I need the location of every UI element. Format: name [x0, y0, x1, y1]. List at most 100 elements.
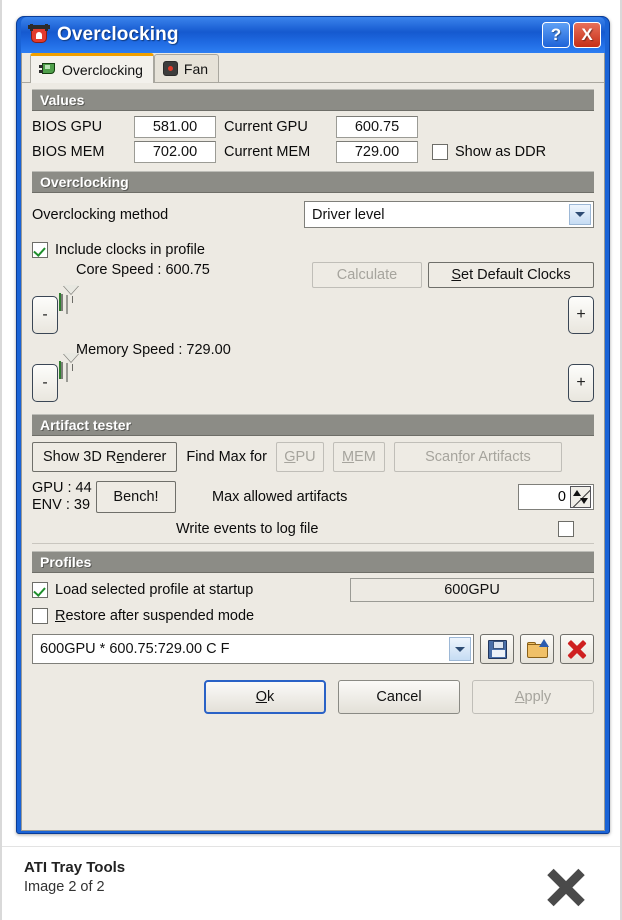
write-events-label: Write events to log file [176, 521, 319, 538]
max-allowed-artifacts-value: 0 [557, 488, 566, 505]
find-max-for-label: Find Max for [186, 449, 267, 465]
profiles-group-header: Profiles [32, 551, 594, 574]
show-as-ddr-checkbox[interactable] [432, 144, 448, 160]
ok-button[interactable]: Ok [204, 680, 326, 715]
bios-mem-label: BIOS MEM [32, 144, 105, 160]
find-max-gpu-button[interactable]: G PU [275, 442, 324, 472]
profile-select[interactable]: 600GPU * 600.75:729.00 C F [32, 634, 474, 665]
restore-suspended-row[interactable]: Restore after suspended mode [32, 608, 594, 625]
save-profile-button[interactable] [480, 634, 514, 665]
overclocking-dialog: Overclocking ? X Overclocking Fan Values… [16, 16, 610, 834]
memory-speed-label: Memory Speed : 729.00 [76, 342, 231, 358]
bench-button[interactable]: Bench! [96, 480, 176, 513]
artifact-tester-row-2: GPU : 44 ENV : 39 Bench! Max allowed art… [32, 480, 594, 513]
tab-strip: Overclocking Fan [22, 53, 604, 83]
profile-select-value: 600GPU * 600.75:729.00 C F [40, 641, 230, 658]
current-mem-label: Current MEM [224, 144, 311, 160]
current-gpu-label: Current GPU [224, 119, 308, 135]
folder-open-icon [526, 638, 549, 658]
include-clocks-checkbox[interactable] [32, 242, 48, 258]
max-allowed-artifacts-stepper[interactable]: 0 [518, 483, 594, 510]
close-x-icon[interactable] [546, 867, 586, 907]
apply-button[interactable]: Apply [472, 680, 594, 715]
values-row-gpu: BIOS GPU 581.00 Current GPU 600.75 [32, 116, 594, 138]
memory-decrease-button[interactable]: - [32, 364, 58, 402]
artifact-tester-group-header: Artifact tester [32, 414, 594, 436]
current-mem-value[interactable]: 729.00 [336, 141, 418, 163]
stepper-arrows-icon[interactable] [570, 485, 591, 508]
overclocking-method-select[interactable]: Driver level [304, 201, 594, 228]
load-at-startup-checkbox[interactable] [32, 582, 48, 599]
core-slider-thumb[interactable] [59, 285, 79, 322]
bios-gpu-label: BIOS GPU [32, 119, 103, 135]
floppy-save-icon [487, 639, 507, 659]
profile-selector-row: 600GPU * 600.75:729.00 C F [32, 634, 594, 665]
show-as-ddr-label: Show as DDR [455, 144, 547, 160]
window-title: Overclocking [57, 24, 179, 45]
values-group-header: Values [32, 89, 594, 111]
title-bar-buttons: ? X [542, 22, 601, 48]
find-max-mem-button[interactable]: M EM [332, 442, 385, 472]
artifact-tester-row-3: Write events to log file [32, 521, 594, 538]
tab-fan-label: Fan [183, 60, 209, 77]
load-at-startup-row-inner[interactable]: Load selected profile at startup [32, 582, 350, 599]
overclocking-method-value: Driver level [312, 206, 385, 223]
env-temp-label: ENV : 39 [32, 496, 91, 513]
open-profile-button[interactable] [520, 634, 554, 665]
include-clocks-row: Include clocks in profile Core Speed : 6… [32, 242, 594, 288]
memory-speed-slider[interactable] [59, 353, 560, 382]
overclocking-method-label: Overclocking method [32, 206, 169, 223]
footer-image-counter: Image 2 of 2 [24, 879, 105, 895]
chevron-down-icon[interactable] [569, 204, 591, 225]
restore-suspended-checkbox[interactable] [32, 608, 48, 625]
startup-profile-value: 600GPU [350, 578, 594, 603]
image-viewer-footer: ATI Tray Tools Image 2 of 2 [2, 846, 620, 920]
memory-slider-track[interactable] [59, 353, 79, 382]
bios-mem-value[interactable]: 702.00 [134, 141, 216, 163]
core-speed-slider[interactable] [59, 285, 560, 314]
cancel-button[interactable]: Cancel [338, 680, 460, 715]
memory-slider-thumb[interactable] [59, 353, 79, 390]
footer-app-name: ATI Tray Tools [24, 859, 126, 876]
close-button[interactable]: X [573, 22, 601, 48]
temperature-readout: GPU : 44 ENV : 39 [32, 480, 96, 513]
restore-suspended-label: Restore after suspended mode [55, 608, 255, 625]
memory-increase-button[interactable]: + [568, 364, 594, 402]
help-button[interactable]: ? [542, 22, 570, 48]
page-root: Overclocking ? X Overclocking Fan Values… [0, 0, 622, 920]
tab-overclocking[interactable]: Overclocking [30, 53, 154, 83]
memory-speed-slider-row: - + [32, 353, 594, 402]
show-as-ddr-row[interactable]: Show as DDR [432, 144, 546, 160]
tab-content-overclocking: Values BIOS GPU 581.00 Current GPU 600.7… [22, 83, 604, 715]
load-at-startup-label: Load selected profile at startup [55, 582, 254, 599]
core-speed-label: Core Speed : 600.75 [76, 262, 210, 278]
write-events-checkbox[interactable] [558, 521, 574, 538]
current-gpu-value[interactable]: 600.75 [336, 116, 418, 138]
core-speed-slider-row: - + [32, 285, 594, 334]
tab-fan[interactable]: Fan [153, 54, 220, 82]
set-default-clocks-button[interactable]: Set Default Clocks [428, 262, 594, 288]
divider [32, 543, 594, 545]
bios-gpu-value[interactable]: 581.00 [134, 116, 216, 138]
load-at-startup-row: Load selected profile at startup 600GPU [32, 578, 594, 603]
core-increase-button[interactable]: + [568, 296, 594, 334]
values-row-mem: BIOS MEM 702.00 Current MEM 729.00 Show … [32, 141, 594, 163]
tab-overclocking-label: Overclocking [62, 61, 143, 78]
overclocking-group-header: Overclocking [32, 171, 594, 193]
core-slider-track[interactable] [59, 285, 79, 314]
delete-profile-button[interactable] [560, 634, 594, 665]
dialog-button-row: Ok Cancel Apply [32, 680, 594, 715]
artifact-tester-row-1: Show 3D Re nderer Find Max for G PU M EM Sc… [32, 442, 594, 472]
fan-icon [162, 61, 178, 76]
clock-buttons: Calculate Set Default Clocks [312, 242, 594, 288]
red-x-delete-icon [567, 639, 587, 660]
gpu-temp-label: GPU : 44 [32, 480, 92, 496]
dialog-client-area: Overclocking Fan Values BIOS GPU 581.00 … [21, 53, 605, 831]
show-3d-renderer-button[interactable]: Show 3D Re nderer [32, 442, 178, 472]
core-decrease-button[interactable]: - [32, 296, 58, 334]
scan-for-artifacts-button[interactable]: Scan f or Artifacts [393, 442, 562, 472]
profile-chevron-down-icon[interactable] [449, 637, 471, 662]
include-clocks-row-inner[interactable]: Include clocks in profile [32, 242, 312, 258]
calculate-button[interactable]: Calculate [312, 262, 422, 288]
title-bar: Overclocking ? X [21, 17, 605, 53]
